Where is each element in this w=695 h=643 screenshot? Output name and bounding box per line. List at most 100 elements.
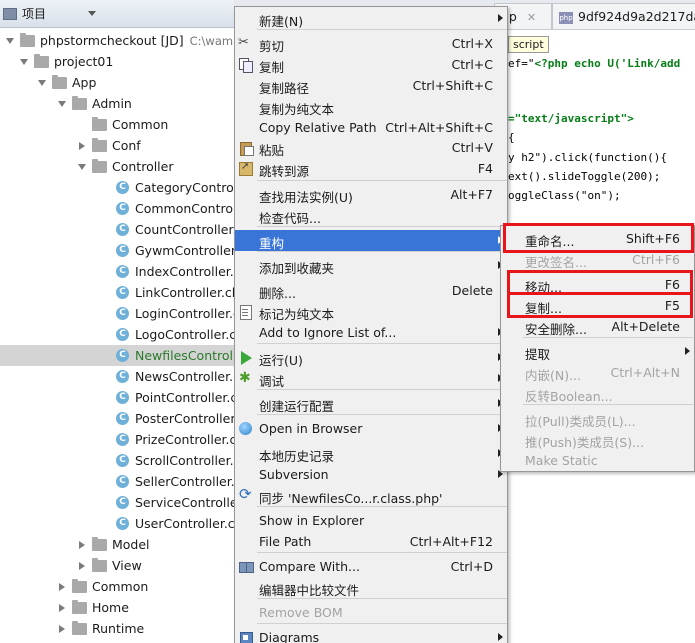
menu-item-label: Remove BOM [259,605,343,620]
menu-item-label: 跳转到源 [259,164,310,179]
menu-item-15[interactable]: 运行(U) [235,347,507,368]
expand-arrow-open-icon[interactable] [18,56,30,68]
expand-arrow-open-icon[interactable] [36,77,48,89]
tree-folder-item[interactable]: App [0,72,234,93]
menu-separator [257,389,507,390]
menu-item-16[interactable]: 调试 [235,368,507,389]
tree-file-item[interactable]: C PosterController.cl [0,408,234,429]
menu-item-20[interactable]: Subversion [235,464,507,485]
tree-folder-item[interactable]: Runtime [0,618,234,639]
expand-arrow-open-icon[interactable] [76,161,88,173]
tree-folder-item[interactable]: Home [0,597,234,618]
folder-icon [92,536,107,551]
paste-icon [238,140,254,156]
tree-folder-item[interactable]: Conf [0,135,234,156]
php-class-icon: C [116,223,129,236]
expand-arrow-closed-icon[interactable] [76,140,88,152]
tree-file-item[interactable]: C IndexController.cl [0,261,234,282]
tree-file-item[interactable]: C CommonController [0,198,234,219]
chevron-down-icon[interactable] [88,11,96,16]
menu-item-13[interactable]: 标记为纯文本 [235,301,507,322]
menu-item-17[interactable]: 创建运行配置 [235,393,507,414]
tree-folder-item[interactable]: Controller [0,156,234,177]
menu-item-label: 剪切 [259,39,285,54]
php-class-icon: C [116,202,129,215]
expand-arrow-closed-icon[interactable] [76,539,88,551]
menu-item-4[interactable]: 安全删除... Alt+Delete [501,316,694,337]
tree-file-item[interactable]: C ServiceController. [0,492,234,513]
menu-item-12[interactable]: 删除... Delete [235,280,507,301]
tree-file-item[interactable]: C ScrollController.cl [0,450,234,471]
menu-item-9[interactable]: 检查代码... [235,205,507,226]
tree-folder-item[interactable]: Model [0,534,234,555]
tree-item-label: Conf [112,138,141,153]
menu-item-shortcut: Ctrl+D [450,559,493,574]
folder-icon [72,578,87,593]
menu-item-6[interactable]: 粘贴 Ctrl+V [235,137,507,158]
menu-item-label: Compare With... [259,559,360,574]
close-icon[interactable]: ✕ [527,11,536,24]
menu-item-11[interactable]: 添加到收藏夹 [235,255,507,276]
menu-item-5[interactable]: 提取 [501,341,694,362]
menu-item-7: 反转Boolean... [501,383,694,404]
tree-folder-item[interactable]: project01 [0,51,234,72]
editor-tab-2[interactable]: php 9df924d9a2d217daa7 [552,3,695,29]
tree-file-item[interactable]: C NewsController.cl [0,366,234,387]
menu-item-10[interactable]: 重构 [235,230,507,251]
menu-item-22[interactable]: Show in Explorer [235,510,507,531]
tree-file-item[interactable]: C SellerController.cl [0,471,234,492]
tree-folder-item[interactable]: Admin [0,93,234,114]
menu-item-24[interactable]: Compare With... Ctrl+D [235,556,507,577]
submenu-arrow-icon [498,14,503,22]
tree-item-label: IndexController.cl [135,264,234,279]
menu-item-21[interactable]: 同步 'NewfilesCo...r.class.php' [235,485,507,506]
menu-item-18[interactable]: Open in Browser [235,418,507,439]
menu-item-3[interactable]: 复制路径 Ctrl+Shift+C [235,75,507,96]
expand-arrow-closed-icon[interactable] [56,581,68,593]
expand-arrow-closed-icon[interactable] [56,623,68,635]
expand-arrow-open-icon[interactable] [56,98,68,110]
tree-folder-item[interactable]: Common [0,576,234,597]
menu-item-1[interactable]: 剪切 Ctrl+X [235,33,507,54]
tree-item-label: Common [112,117,169,132]
menu-item-19[interactable]: 本地历史记录 [235,443,507,464]
tree-file-item[interactable]: C UserController.cla [0,513,234,534]
sync-icon [238,485,253,503]
menu-separator [257,552,507,553]
expand-arrow-closed-icon[interactable] [56,602,68,614]
menu-separator [523,404,693,405]
annotation-highlight-box [503,223,694,253]
tree-file-item[interactable]: C LogoController.cla [0,324,234,345]
menu-item-0[interactable]: 新建(N) [235,8,507,29]
tree-file-item[interactable]: C NewfilesControlle [0,345,234,366]
menu-item-7[interactable]: 跳转到源 F4 [235,158,507,179]
menu-item-label: 同步 'NewfilesCo...r.class.php' [259,491,443,506]
tree-folder-item[interactable]: phpstormcheckout[JD] C:\wamp6 [0,30,234,51]
tree-file-item[interactable]: C GywmController.cl [0,240,234,261]
folder-icon [92,557,107,572]
menu-item-23[interactable]: File Path Ctrl+Alt+F12 [235,531,507,552]
expand-arrow-open-icon[interactable] [4,35,16,47]
menu-item-14[interactable]: Add to Ignore List of... [235,322,507,343]
tree-file-item[interactable]: C LoginController.cl [0,303,234,324]
tree-folder-item[interactable]: View [0,555,234,576]
tree-file-item[interactable]: C PrizeController.cla [0,429,234,450]
tree-folder-item[interactable]: Common [0,114,234,135]
menu-item-4[interactable]: 复制为纯文本 [235,96,507,117]
menu-item-label: 推(Push)类成员(S)... [525,435,645,450]
menu-item-25[interactable]: 编辑器中比较文件 [235,577,507,598]
tree-file-item[interactable]: C CountController.c [0,219,234,240]
tree-file-item[interactable]: C LinkController.clas [0,282,234,303]
tree-file-item[interactable]: C PointController.cl [0,387,234,408]
menu-item-27[interactable]: Diagrams [235,627,507,643]
menu-item-label: 运行(U) [259,353,303,368]
tree-item-label: CountController.c [135,222,234,237]
menu-item-8[interactable]: 查找用法实例(U) Alt+F7 [235,184,507,205]
tree-file-item[interactable]: C CategoryControlle [0,177,234,198]
menu-item-5[interactable]: Copy Relative Path Ctrl+Alt+Shift+C [235,117,507,138]
menu-item-2[interactable]: 复制 Ctrl+C [235,54,507,75]
expand-arrow-closed-icon[interactable] [76,560,88,572]
